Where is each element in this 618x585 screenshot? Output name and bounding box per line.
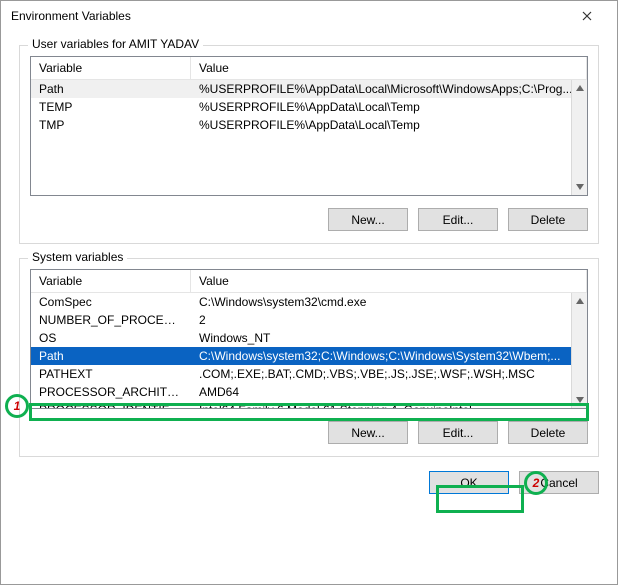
variable-value: Windows_NT — [191, 329, 587, 347]
variable-name: NUMBER_OF_PROCESSORS — [31, 311, 191, 329]
dialog-button-row: OK Cancel — [1, 457, 617, 494]
scroll-down-icon[interactable] — [572, 179, 587, 195]
system-variables-group: System variables Variable Value ComSpecC… — [19, 258, 599, 457]
user-delete-button[interactable]: Delete — [508, 208, 588, 231]
table-row[interactable]: NUMBER_OF_PROCESSORS2 — [31, 311, 587, 329]
close-button[interactable] — [567, 2, 607, 30]
system-delete-button[interactable]: Delete — [508, 421, 588, 444]
variable-value: %USERPROFILE%\AppData\Local\Microsoft\Wi… — [191, 80, 587, 98]
variable-value: AMD64 — [191, 383, 587, 401]
system-variables-list[interactable]: Variable Value ComSpecC:\Windows\system3… — [30, 269, 588, 409]
table-row[interactable]: PATHEXT.COM;.EXE;.BAT;.CMD;.VBS;.VBE;.JS… — [31, 365, 587, 383]
variable-name: ComSpec — [31, 293, 191, 311]
table-row[interactable]: Path%USERPROFILE%\AppData\Local\Microsof… — [31, 80, 587, 98]
system-edit-button[interactable]: Edit... — [418, 421, 498, 444]
variable-name: PROCESSOR_IDENTIFIER — [31, 401, 191, 408]
table-row[interactable]: ComSpecC:\Windows\system32\cmd.exe — [31, 293, 587, 311]
titlebar: Environment Variables — [1, 1, 617, 31]
variable-name: PATHEXT — [31, 365, 191, 383]
list-header: Variable Value — [31, 57, 587, 80]
column-header-variable[interactable]: Variable — [31, 57, 191, 79]
list-header: Variable Value — [31, 270, 587, 293]
user-variables-label: User variables for AMIT YADAV — [28, 37, 203, 51]
scrollbar[interactable] — [571, 293, 587, 408]
user-variables-list[interactable]: Variable Value Path%USERPROFILE%\AppData… — [30, 56, 588, 196]
system-new-button[interactable]: New... — [328, 421, 408, 444]
column-header-value[interactable]: Value — [191, 57, 587, 79]
column-header-variable[interactable]: Variable — [31, 270, 191, 292]
variable-value: Intel64 Family 6 Model 61 Stepping 4, Ge… — [191, 401, 587, 408]
table-row[interactable]: PathC:\Windows\system32;C:\Windows;C:\Wi… — [31, 347, 587, 365]
table-row[interactable]: PROCESSOR_ARCHITECTUREAMD64 — [31, 383, 587, 401]
variable-value: C:\Windows\system32;C:\Windows;C:\Window… — [191, 347, 587, 365]
user-button-row: New... Edit... Delete — [30, 206, 588, 233]
user-new-button[interactable]: New... — [328, 208, 408, 231]
user-variables-group: User variables for AMIT YADAV Variable V… — [19, 45, 599, 244]
table-row[interactable]: PROCESSOR_IDENTIFIERIntel64 Family 6 Mod… — [31, 401, 587, 408]
window-title: Environment Variables — [11, 9, 567, 23]
ok-button[interactable]: OK — [429, 471, 509, 494]
variable-value: %USERPROFILE%\AppData\Local\Temp — [191, 98, 587, 116]
variable-value: .COM;.EXE;.BAT;.CMD;.VBS;.VBE;.JS;.JSE;.… — [191, 365, 587, 383]
variable-name: PROCESSOR_ARCHITECTURE — [31, 383, 191, 401]
scroll-down-icon[interactable] — [572, 392, 587, 408]
variable-value: %USERPROFILE%\AppData\Local\Temp — [191, 116, 587, 134]
variable-name: Path — [31, 80, 191, 98]
table-row[interactable]: OSWindows_NT — [31, 329, 587, 347]
user-edit-button[interactable]: Edit... — [418, 208, 498, 231]
table-row[interactable]: TEMP%USERPROFILE%\AppData\Local\Temp — [31, 98, 587, 116]
system-variables-label: System variables — [28, 250, 127, 264]
column-header-value[interactable]: Value — [191, 270, 587, 292]
variable-name: Path — [31, 347, 191, 365]
scroll-up-icon[interactable] — [572, 80, 587, 96]
variable-name: TMP — [31, 116, 191, 134]
scroll-up-icon[interactable] — [572, 293, 587, 309]
close-icon — [582, 11, 592, 21]
variable-value: 2 — [191, 311, 587, 329]
variable-value: C:\Windows\system32\cmd.exe — [191, 293, 587, 311]
variable-name: OS — [31, 329, 191, 347]
cancel-button[interactable]: Cancel — [519, 471, 599, 494]
scrollbar[interactable] — [571, 80, 587, 195]
table-row[interactable]: TMP%USERPROFILE%\AppData\Local\Temp — [31, 116, 587, 134]
environment-variables-dialog: Environment Variables User variables for… — [0, 0, 618, 585]
system-button-row: New... Edit... Delete — [30, 419, 588, 446]
variable-name: TEMP — [31, 98, 191, 116]
